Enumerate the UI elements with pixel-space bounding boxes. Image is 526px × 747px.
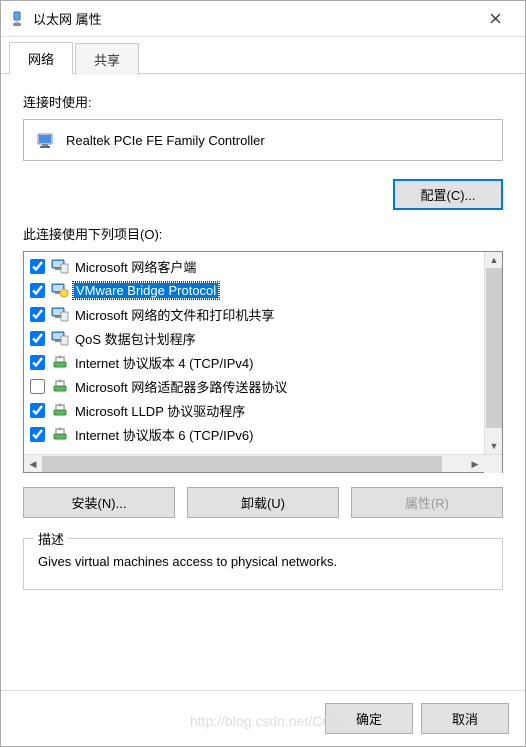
item-checkbox[interactable] — [30, 403, 45, 418]
vertical-scrollbar[interactable]: ▲ ▼ — [484, 252, 502, 454]
list-item[interactable]: Microsoft 网络的文件和打印机共享 — [24, 302, 484, 326]
hscroll-thumb[interactable] — [42, 456, 442, 472]
protocol-icon — [51, 426, 69, 442]
item-label: QoS 数据包计划程序 — [73, 329, 198, 348]
connect-using-label: 连接时使用: — [23, 92, 503, 111]
adapter-name: Realtek PCIe FE Family Controller — [66, 133, 265, 148]
tab-sharing[interactable]: 共享 — [75, 43, 139, 75]
item-checkbox[interactable] — [30, 427, 45, 442]
item-label: VMware Bridge Protocol — [73, 282, 219, 299]
protocol-listbox[interactable]: Microsoft 网络客户端 VMware Bridge Protocol Mic… — [23, 251, 503, 473]
item-checkbox[interactable] — [30, 355, 45, 370]
item-label: Microsoft 网络客户端 — [73, 257, 198, 276]
protocol-icon — [51, 402, 69, 418]
list-item[interactable]: Internet 协议版本 4 (TCP/IPv4) — [24, 350, 484, 374]
item-checkbox[interactable] — [30, 331, 45, 346]
protocol-icon — [51, 282, 69, 298]
scroll-gripper — [484, 455, 502, 473]
item-label: Microsoft 网络适配器多路传送器协议 — [73, 377, 289, 396]
protocol-icon — [51, 354, 69, 370]
titlebar: 以太网 属性 — [1, 1, 525, 37]
description-group: 描述 Gives virtual machines access to phys… — [23, 538, 503, 590]
window-title: 以太网 属性 — [33, 9, 473, 28]
list-item[interactable]: Internet 协议版本 6 (TCP/IPv6) — [24, 422, 484, 446]
adapter-display[interactable]: Realtek PCIe FE Family Controller — [23, 119, 503, 161]
uninstall-button[interactable]: 卸载(U) — [187, 487, 339, 518]
nic-icon — [36, 130, 56, 150]
item-checkbox[interactable] — [30, 379, 45, 394]
configure-button[interactable]: 配置(C)... — [393, 179, 503, 210]
network-adapter-icon — [9, 11, 25, 27]
tab-strip: 网络 共享 — [1, 37, 525, 74]
list-item[interactable]: Microsoft 网络适配器多路传送器协议 — [24, 374, 484, 398]
protocol-icon — [51, 306, 69, 322]
install-button[interactable]: 安装(N)... — [23, 487, 175, 518]
properties-button[interactable]: 属性(R) — [351, 487, 503, 518]
item-label: Microsoft 网络的文件和打印机共享 — [73, 305, 276, 324]
protocol-icon — [51, 330, 69, 346]
protocol-icon — [51, 378, 69, 394]
item-label: Internet 协议版本 6 (TCP/IPv6) — [73, 425, 255, 444]
scroll-right-arrow[interactable]: ▶ — [466, 455, 484, 473]
dialog-button-row: 确定 取消 — [1, 690, 525, 746]
scroll-up-arrow[interactable]: ▲ — [485, 252, 502, 268]
item-checkbox[interactable] — [30, 259, 45, 274]
items-label: 此连接使用下列项目(O): — [23, 224, 503, 243]
tab-network[interactable]: 网络 — [9, 42, 73, 74]
item-checkbox[interactable] — [30, 283, 45, 298]
list-item[interactable]: Microsoft 网络客户端 — [24, 254, 484, 278]
scroll-left-arrow[interactable]: ◀ — [24, 455, 42, 473]
description-legend: 描述 — [34, 529, 68, 548]
content-area: 连接时使用: Realtek PCIe FE Family Controller… — [1, 74, 525, 690]
horizontal-scrollbar[interactable]: ◀ ▶ — [24, 454, 502, 472]
list-item[interactable]: VMware Bridge Protocol — [24, 278, 484, 302]
close-button[interactable] — [473, 4, 517, 34]
cancel-button[interactable]: 取消 — [421, 703, 509, 734]
item-checkbox[interactable] — [30, 307, 45, 322]
list-item[interactable]: Microsoft LLDP 协议驱动程序 — [24, 398, 484, 422]
item-label: Internet 协议版本 4 (TCP/IPv4) — [73, 353, 255, 372]
list-item[interactable]: QoS 数据包计划程序 — [24, 326, 484, 350]
description-text: Gives virtual machines access to physica… — [38, 553, 488, 571]
protocol-icon — [51, 258, 69, 274]
scroll-down-arrow[interactable]: ▼ — [485, 438, 502, 454]
ok-button[interactable]: 确定 — [325, 703, 413, 734]
vscroll-thumb[interactable] — [486, 268, 502, 428]
item-label: Microsoft LLDP 协议驱动程序 — [73, 401, 247, 420]
